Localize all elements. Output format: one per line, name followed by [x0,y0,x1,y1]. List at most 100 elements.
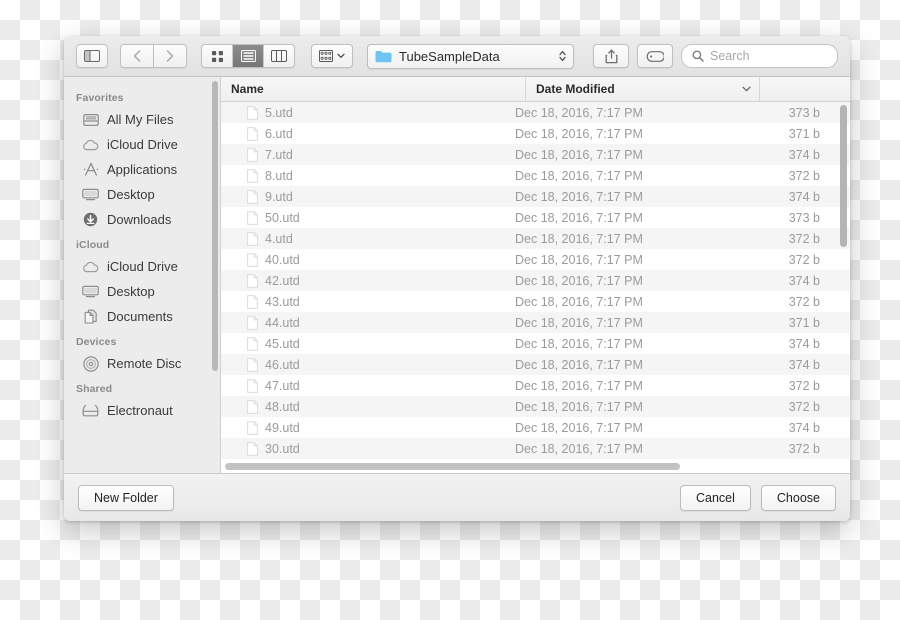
sidebar: Favorites All My Files iCloud Drive Applica… [64,77,221,473]
column-header-date-modified[interactable]: Date Modified [526,77,760,101]
sidebar-item-label: Documents [107,309,173,324]
search-icon [692,50,704,62]
table-row[interactable]: 7.utd Dec 18, 2016, 7:17 PM 374 b [221,144,850,165]
new-folder-button[interactable]: New Folder [78,484,174,511]
table-row[interactable]: 6.utd Dec 18, 2016, 7:17 PM 371 b [221,123,850,144]
chevron-left-icon [133,50,141,62]
cell-date-modified: Dec 18, 2016, 7:17 PM [515,273,643,288]
choose-button[interactable]: Choose [760,484,836,511]
navigation-buttons [120,44,187,68]
cell-date-modified: Dec 18, 2016, 7:17 PM [515,420,643,435]
file-name-label: 4.utd [265,231,293,246]
sidebar-item-desktop[interactable]: Desktop [64,182,220,207]
table-row[interactable]: 44.utd Dec 18, 2016, 7:17 PM 371 b [221,312,850,333]
file-name-label: 9.utd [265,189,293,204]
view-list-button[interactable] [233,45,264,67]
file-name-label: 50.utd [265,210,300,225]
column-header-name[interactable]: Name [221,77,526,101]
cell-name: 40.utd [221,253,505,267]
table-row[interactable]: 48.utd Dec 18, 2016, 7:17 PM 372 b [221,396,850,417]
cell-date-modified: Dec 18, 2016, 7:17 PM [515,378,643,393]
file-list-vertical-scrollbar[interactable] [840,105,847,247]
table-row[interactable]: 42.utd Dec 18, 2016, 7:17 PM 374 b [221,270,850,291]
table-row[interactable]: 49.utd Dec 18, 2016, 7:17 PM 374 b [221,417,850,438]
file-name-label: 46.utd [265,357,300,372]
sidebar-item-label: Downloads [107,212,172,227]
cell-size: 372 b [788,441,820,456]
sidebar-item-remote-disc[interactable]: Remote Disc [64,351,220,376]
cell-name: 42.utd [221,274,505,288]
document-icon [247,315,258,330]
cell-date-modified: Dec 18, 2016, 7:17 PM [515,231,643,246]
desktop-icon [82,186,99,203]
file-name-label: 40.utd [265,252,300,267]
cell-size: 371 b [788,126,820,141]
view-column-button[interactable] [264,45,294,67]
sidebar-item-documents[interactable]: Documents [64,304,220,329]
disc-icon [82,355,99,372]
sidebar-scrollbar[interactable] [212,81,218,371]
column-header-name-label: Name [231,82,264,96]
table-row[interactable]: 5.utd Dec 18, 2016, 7:17 PM 373 b [221,102,850,123]
sidebar-item-downloads[interactable]: Downloads [64,207,220,232]
applications-icon [82,161,99,178]
arrange-button[interactable] [311,44,353,68]
sidebar-icon [84,50,100,62]
sidebar-item-icloud-drive[interactable]: iCloud Drive [64,132,220,157]
cell-size: 374 b [788,273,820,288]
cell-date-modified: Dec 18, 2016, 7:17 PM [515,105,643,120]
sidebar-item-desktop[interactable]: Desktop [64,279,220,304]
table-row[interactable]: 8.utd Dec 18, 2016, 7:17 PM 372 b [221,165,850,186]
column-header-size[interactable] [760,77,850,101]
cell-name: 9.utd [221,190,505,204]
table-row[interactable]: 9.utd Dec 18, 2016, 7:17 PM 374 b [221,186,850,207]
sidebar-item-label: Remote Disc [107,356,182,371]
up-down-chevron-icon [559,50,566,62]
search-input[interactable]: Search [681,44,838,68]
cloud-icon [82,136,99,153]
cell-date-modified: Dec 18, 2016, 7:17 PM [515,147,643,162]
sidebar-section-header: Devices [76,336,117,348]
view-icon-button[interactable] [202,45,233,67]
columns-icon [271,50,287,62]
sidebar-item-electronaut[interactable]: Electronaut [64,398,220,423]
table-row[interactable]: 4.utd Dec 18, 2016, 7:17 PM 372 b [221,228,850,249]
table-row[interactable]: 43.utd Dec 18, 2016, 7:17 PM 372 b [221,291,850,312]
cancel-button[interactable]: Cancel [679,484,751,511]
sidebar-item-applications[interactable]: Applications [64,157,220,182]
document-icon [247,336,258,351]
file-list-horizontal-scrollbar[interactable] [225,463,680,470]
file-list-pane: Name Date Modified 5.utd Dec 18, 2016, 7:… [221,77,850,473]
column-header-row: Name Date Modified [221,77,850,102]
sidebar-toggle-button[interactable] [76,44,108,68]
cell-name: 7.utd [221,148,505,162]
table-row[interactable]: 50.utd Dec 18, 2016, 7:17 PM 373 b [221,207,850,228]
sidebar-item-icloud-drive[interactable]: iCloud Drive [64,254,220,279]
table-row[interactable]: 46.utd Dec 18, 2016, 7:17 PM 374 b [221,354,850,375]
sidebar-item-label: All My Files [107,112,174,127]
cell-size: 372 b [788,252,820,267]
cell-date-modified: Dec 18, 2016, 7:17 PM [515,126,643,141]
share-button[interactable] [593,44,629,68]
back-button[interactable] [120,44,154,68]
table-row[interactable]: 45.utd Dec 18, 2016, 7:17 PM 374 b [221,333,850,354]
path-popup-button[interactable]: TubeSampleData [367,43,574,69]
table-row[interactable]: 40.utd Dec 18, 2016, 7:17 PM 372 b [221,249,850,270]
chevron-right-icon [166,50,174,62]
document-icon [247,357,258,372]
document-icon [247,420,258,435]
forward-button[interactable] [154,44,187,68]
sidebar-item-label: Electronaut [107,403,173,418]
tag-button[interactable] [637,44,673,68]
path-label: TubeSampleData [399,48,500,64]
file-name-label: 45.utd [265,336,300,351]
table-row[interactable]: 30.utd Dec 18, 2016, 7:17 PM 372 b [221,438,850,459]
sidebar-item-all-my-files[interactable]: All My Files [64,107,220,132]
file-name-label: 7.utd [265,147,293,162]
file-name-label: 44.utd [265,315,300,330]
list-icon [240,50,256,62]
sidebar-item-label: iCloud Drive [107,137,178,152]
view-mode-segmented-control [201,44,295,68]
cell-size: 374 b [788,357,820,372]
table-row[interactable]: 47.utd Dec 18, 2016, 7:17 PM 372 b [221,375,850,396]
